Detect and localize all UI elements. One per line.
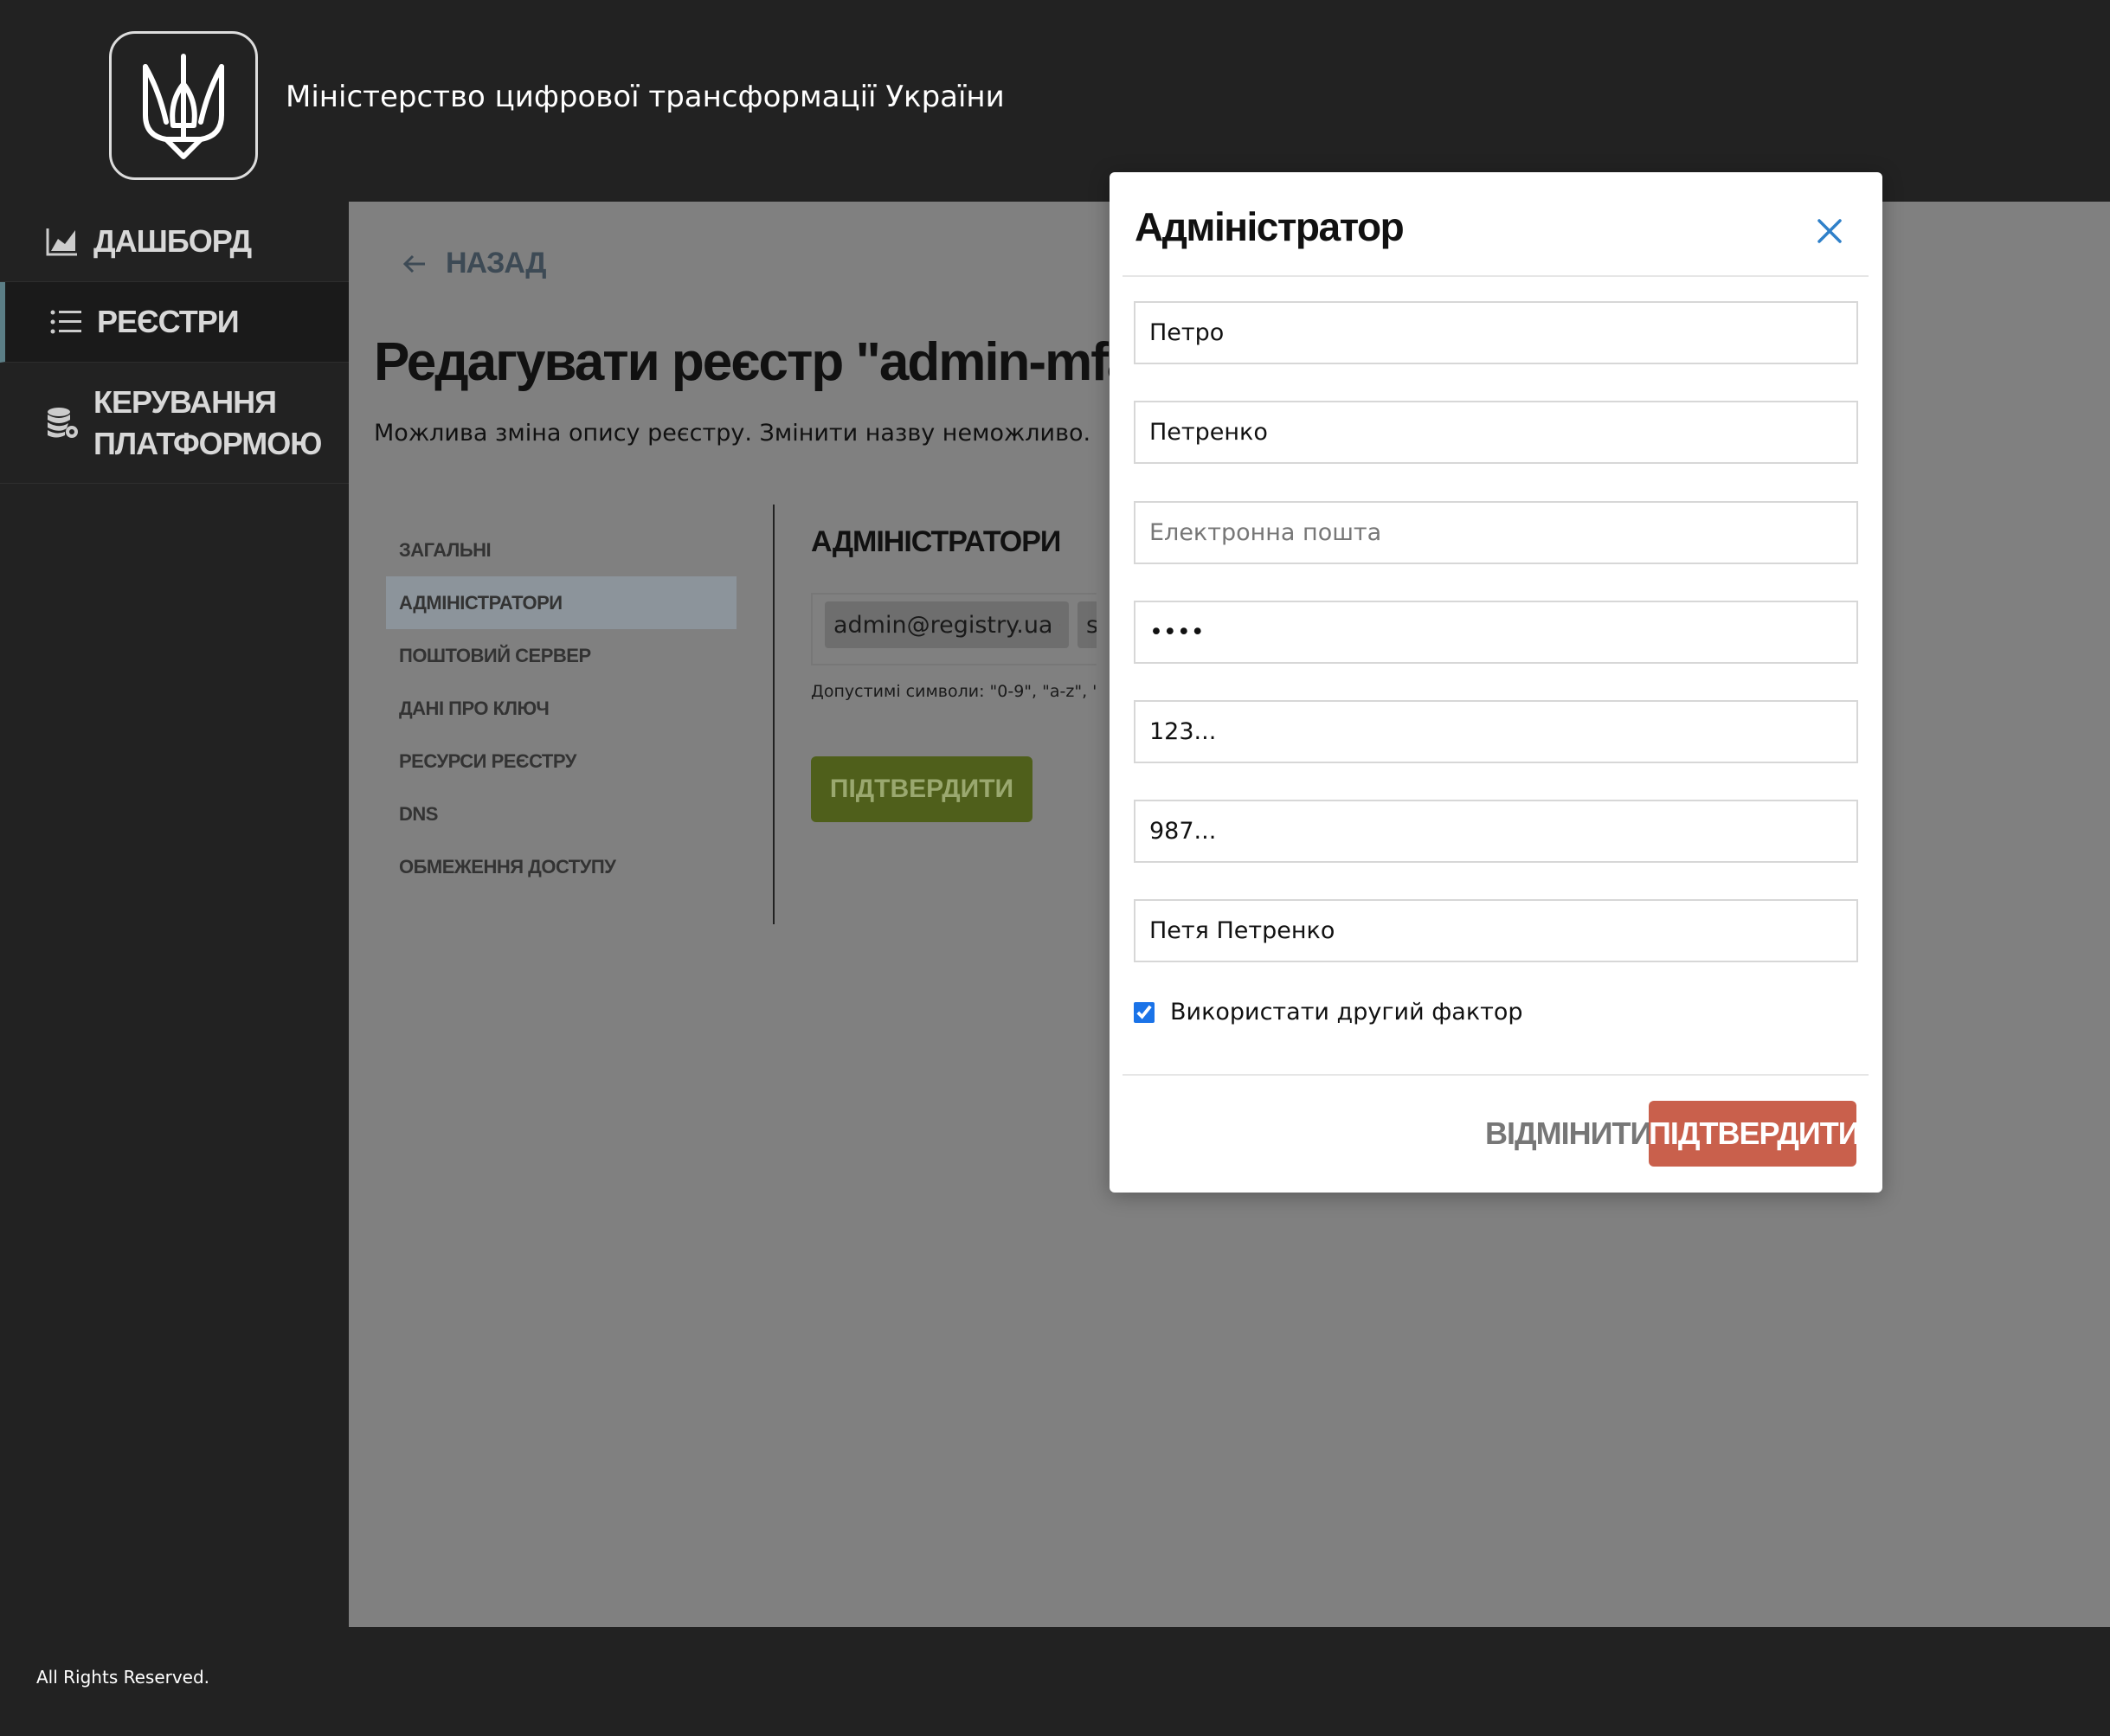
allowed-chars-hint: Допустимі символи: "0-9", "a-z", "_", " xyxy=(811,682,1097,701)
tab-administrators[interactable]: АДМІНІСТРАТОРИ xyxy=(386,576,737,629)
page-title: Редагувати реєстр "admin-mfa" xyxy=(374,332,1161,392)
arrow-left-icon xyxy=(402,254,425,273)
trident-icon xyxy=(143,54,224,159)
second-factor-checkbox[interactable] xyxy=(1134,1001,1155,1023)
modal-divider xyxy=(1123,1074,1869,1076)
tab-access-restrictions[interactable]: ОБМЕЖЕННЯ ДОСТУПУ xyxy=(386,840,737,893)
tab-registry-resources[interactable]: РЕСУРСИ РЕЄСТРУ xyxy=(386,735,737,788)
footer-text: All Rights Reserved. xyxy=(36,1667,210,1688)
admin-chip[interactable]: su xyxy=(1078,601,1097,648)
password-field[interactable] xyxy=(1134,601,1858,664)
second-factor-row[interactable]: Використати другий фактор xyxy=(1134,999,1523,1026)
admin-chip[interactable]: admin@registry.ua xyxy=(825,601,1069,648)
administrator-modal: Адміністратор Використати другий фактор … xyxy=(1110,172,1882,1193)
field-6[interactable] xyxy=(1134,800,1858,863)
email-field[interactable] xyxy=(1134,501,1858,564)
tab-dns[interactable]: DNS xyxy=(386,788,737,840)
first-name-field[interactable] xyxy=(1134,301,1858,364)
confirm-button[interactable]: ПІДТВЕРДИТИ xyxy=(811,756,1032,822)
sidebar-item-registries[interactable]: РЕЄСТРИ xyxy=(0,282,349,363)
modal-divider xyxy=(1123,275,1869,277)
close-button[interactable] xyxy=(1812,214,1847,248)
close-icon xyxy=(1817,219,1842,243)
sidebar-item-label: РЕЄСТРИ xyxy=(97,304,240,339)
database-gear-icon xyxy=(45,406,80,440)
list-icon xyxy=(48,305,83,339)
chip-label: admin@registry.ua xyxy=(833,611,1053,639)
second-factor-label: Використати другий фактор xyxy=(1170,999,1523,1026)
label-line2: ПЛАТФОРМОЮ xyxy=(93,425,322,461)
label-line1: КЕРУВАННЯ xyxy=(93,383,277,420)
field-5[interactable] xyxy=(1134,700,1858,763)
org-name: Міністерство цифрової трансформації Укра… xyxy=(286,80,1005,114)
modal-title: Адміністратор xyxy=(1135,204,1405,249)
sidebar-item-label: ДАШБОРД xyxy=(93,223,252,259)
section-title: АДМІНІСТРАТОРИ xyxy=(811,525,1061,558)
sidebar-item-platform-management[interactable]: КЕРУВАННЯ ПЛАТФОРМОЮ xyxy=(0,363,349,484)
full-name-field[interactable] xyxy=(1134,899,1858,962)
trash-icon[interactable] xyxy=(1059,614,1060,635)
tab-mail-server[interactable]: ПОШТОВИЙ СЕРВЕР xyxy=(386,629,737,682)
back-label: НАЗАД xyxy=(446,247,546,280)
chip-label: su xyxy=(1086,612,1097,639)
last-name-field[interactable] xyxy=(1134,401,1858,464)
settings-tabs: ЗАГАЛЬНІ АДМІНІСТРАТОРИ ПОШТОВИЙ СЕРВЕР … xyxy=(386,524,737,893)
back-link[interactable]: НАЗАД xyxy=(402,247,546,280)
page-subtitle: Можлива зміна опису реєстру. Змінити наз… xyxy=(374,420,1091,447)
logo[interactable] xyxy=(109,31,258,180)
divider xyxy=(773,505,775,924)
modal-confirm-button[interactable]: ПІДТВЕРДИТИ xyxy=(1649,1101,1861,1167)
sidebar-item-label: КЕРУВАННЯ ПЛАТФОРМОЮ xyxy=(93,382,322,465)
admin-chip-list[interactable]: admin@registry.ua su xyxy=(811,593,1097,665)
sidebar: ДАШБОРД РЕЄСТРИ КЕРУВАННЯ ПЛАТФОРМОЮ xyxy=(0,202,349,1627)
tab-general[interactable]: ЗАГАЛЬНІ xyxy=(386,524,737,576)
sidebar-item-dashboard[interactable]: ДАШБОРД xyxy=(0,202,349,282)
tab-key-data[interactable]: ДАНІ ПРО КЛЮЧ xyxy=(386,682,737,735)
chart-area-icon xyxy=(45,224,80,259)
cancel-button[interactable]: ВІДМІНИТИ xyxy=(1485,1101,1652,1167)
